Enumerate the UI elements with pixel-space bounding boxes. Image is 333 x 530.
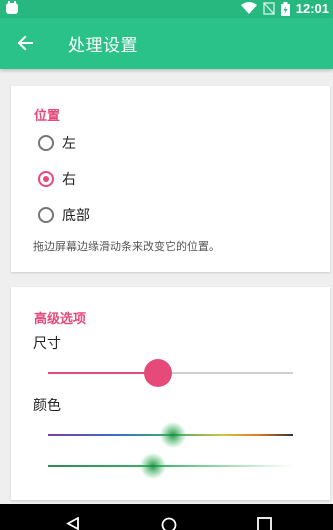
- advanced-section-title: 高级选项: [34, 312, 87, 327]
- nav-home-icon[interactable]: [161, 517, 177, 530]
- radio-button-right[interactable]: [38, 171, 54, 187]
- brightness-slider-track: [48, 465, 293, 467]
- clock: 12:01: [295, 1, 329, 16]
- radio-label-right: 右: [62, 172, 76, 188]
- size-label: 尺寸: [33, 336, 61, 352]
- radio-left[interactable]: 左: [38, 131, 76, 155]
- app-toolbar: 处理设置: [0, 18, 333, 69]
- android-debug-icon: [6, 1, 18, 14]
- no-sim-icon: [263, 2, 275, 15]
- hue-slider-thumb[interactable]: [159, 422, 186, 448]
- radio-button-bottom[interactable]: [38, 207, 54, 223]
- position-hint: 拖边屏幕边缘滑动条来改变它的位置。: [33, 240, 220, 253]
- radio-button-left[interactable]: [38, 135, 54, 151]
- arrow-back-icon[interactable]: [16, 34, 34, 52]
- radio-label-left: 左: [62, 136, 76, 152]
- battery-charging-icon: [280, 1, 290, 16]
- nav-recents-icon[interactable]: [257, 517, 272, 530]
- size-slider-track-active: [48, 372, 159, 374]
- color-label: 颜色: [33, 398, 61, 414]
- radio-bottom[interactable]: 底部: [38, 203, 90, 227]
- navigation-bar: [0, 504, 333, 530]
- radio-label-bottom: 底部: [62, 208, 90, 224]
- page-title: 处理设置: [68, 36, 138, 56]
- size-slider-track-inactive: [158, 372, 293, 374]
- position-section-title: 位置: [34, 109, 61, 124]
- status-icons: 12:01: [240, 1, 329, 16]
- advanced-card: 高级选项 尺寸 颜色: [11, 287, 330, 500]
- brightness-slider-thumb[interactable]: [140, 453, 167, 479]
- status-bar: 12:01: [0, 0, 333, 18]
- size-slider-thumb[interactable]: [144, 359, 173, 387]
- position-card: 位置 左 右 底部 拖边屏幕边缘滑动条来改变它的位置。: [11, 86, 330, 272]
- nav-back-icon[interactable]: [66, 517, 80, 530]
- wifi-icon: [240, 2, 257, 14]
- radio-right[interactable]: 右: [38, 167, 76, 191]
